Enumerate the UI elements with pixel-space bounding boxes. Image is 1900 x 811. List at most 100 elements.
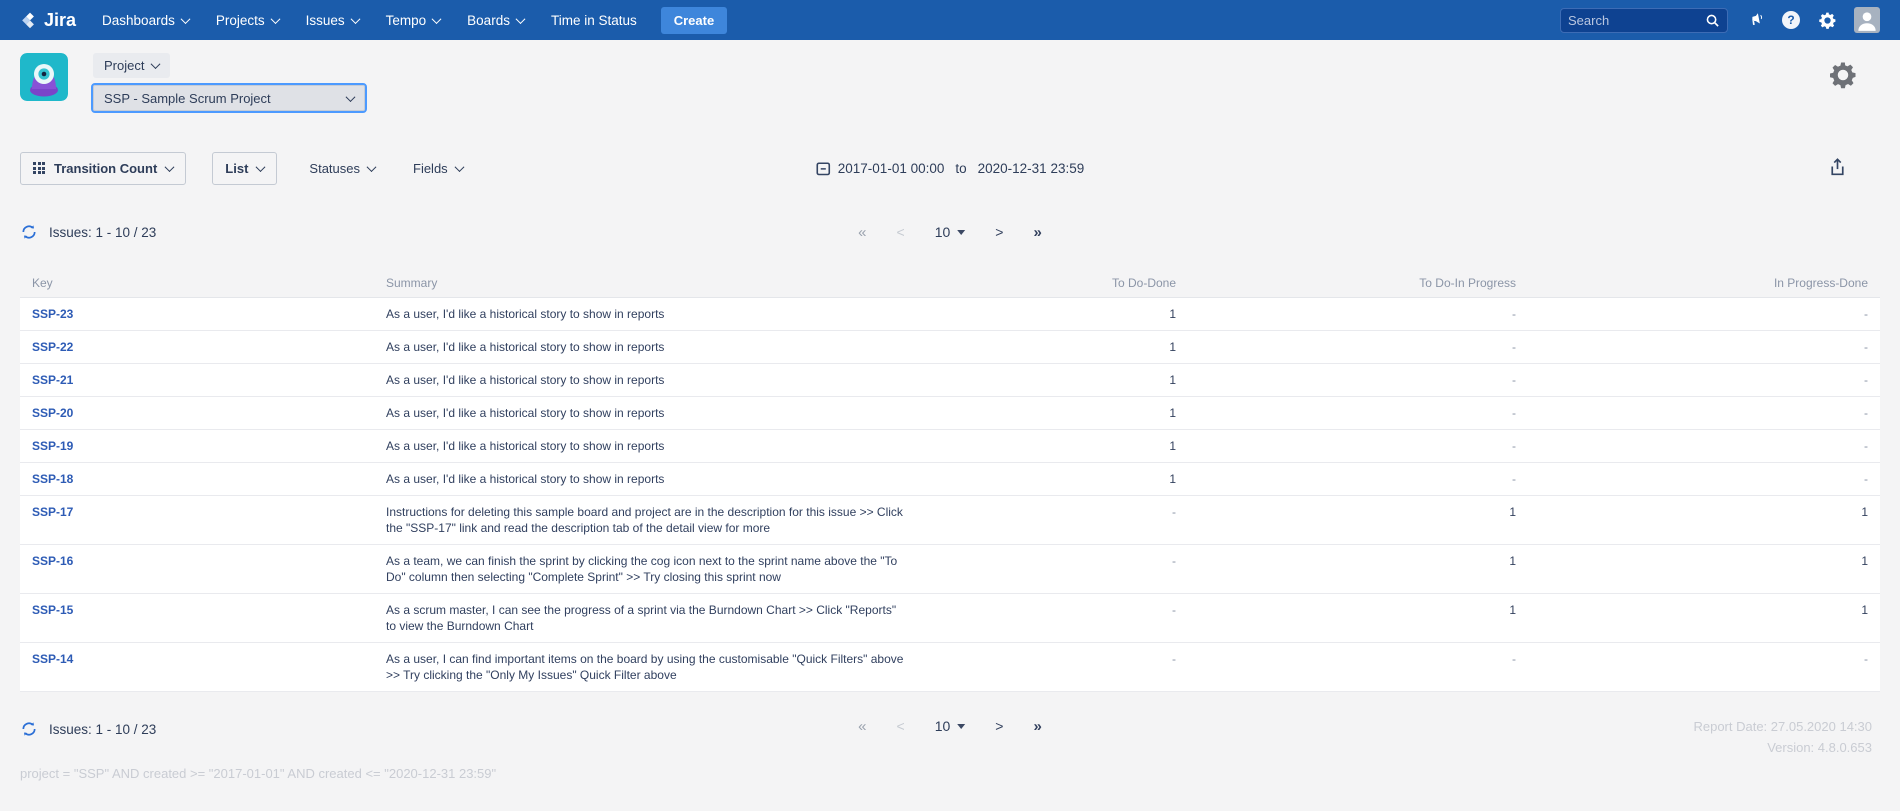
report-type-dropdown[interactable]: Transition Count xyxy=(20,152,186,185)
date-range-picker[interactable]: 2017-01-01 00:00 to 2020-12-31 23:59 xyxy=(816,161,1084,176)
report-settings-gear-icon[interactable] xyxy=(1828,60,1858,90)
help-icon[interactable]: ? xyxy=(1782,11,1800,29)
issue-summary: As a user, I can find important items on… xyxy=(386,652,903,682)
pagination-bottom: « < 10 > » xyxy=(858,718,1042,734)
table-row: SSP-19 As a user, I'd like a historical … xyxy=(20,430,1880,463)
issue-key-link[interactable]: SSP-18 xyxy=(32,472,73,486)
refresh-icon[interactable] xyxy=(20,223,38,241)
table-row: SSP-21 As a user, I'd like a historical … xyxy=(20,364,1880,397)
calendar-icon xyxy=(816,161,831,176)
table-row: SSP-22 As a user, I'd like a historical … xyxy=(20,331,1880,364)
search-icon xyxy=(1704,12,1720,28)
jira-logo[interactable]: Jira xyxy=(20,10,76,31)
issue-summary: As a user, I'd like a historical story t… xyxy=(386,373,664,387)
table-row: SSP-17 Instructions for deleting this sa… xyxy=(20,496,1880,545)
chevron-down-icon xyxy=(957,230,965,235)
issue-summary: As a user, I'd like a historical story t… xyxy=(386,472,664,486)
issue-key-link[interactable]: SSP-23 xyxy=(32,307,73,321)
user-avatar[interactable] xyxy=(1854,7,1880,33)
page-size-select[interactable]: 10 xyxy=(935,718,966,734)
issue-key-link[interactable]: SSP-19 xyxy=(32,439,73,453)
settings-gear-icon[interactable] xyxy=(1817,10,1837,30)
jira-logo-icon xyxy=(20,10,40,30)
cell-inprogress-done: 1 xyxy=(1528,496,1880,545)
project-select[interactable]: SSP - Sample Scrum Project xyxy=(93,85,365,111)
nav-item-boards[interactable]: Boards xyxy=(467,13,524,28)
jql-query-text: project = "SSP" AND created >= "2017-01-… xyxy=(0,766,1900,781)
fields-dropdown[interactable]: Fields xyxy=(413,161,463,176)
chevron-down-icon xyxy=(367,162,377,172)
page-size-select[interactable]: 10 xyxy=(935,224,966,240)
cell-todo-done: 1 xyxy=(918,331,1188,364)
chevron-down-icon xyxy=(165,162,175,172)
first-page-button[interactable]: « xyxy=(858,719,866,734)
next-page-button[interactable]: > xyxy=(995,225,1003,239)
table-row: SSP-14 As a user, I can find important i… xyxy=(20,643,1880,692)
first-page-button[interactable]: « xyxy=(858,225,866,240)
export-icon[interactable] xyxy=(1828,157,1848,179)
table-row: SSP-23 As a user, I'd like a historical … xyxy=(20,298,1880,331)
nav-item-issues[interactable]: Issues xyxy=(306,13,359,28)
issue-key-link[interactable]: SSP-16 xyxy=(32,554,73,568)
cell-inprogress-done: - xyxy=(1528,430,1880,463)
nav-item-tempo[interactable]: Tempo xyxy=(386,13,441,28)
announcement-icon[interactable] xyxy=(1745,10,1765,30)
cell-inprogress-done: - xyxy=(1528,463,1880,496)
issue-summary: As a team, we can finish the sprint by c… xyxy=(386,554,897,584)
prev-page-button[interactable]: < xyxy=(897,719,905,733)
issue-key-link[interactable]: SSP-15 xyxy=(32,603,73,617)
issues-count-label: Issues: 1 - 10 / 23 xyxy=(49,225,156,240)
refresh-icon[interactable] xyxy=(20,720,38,738)
cell-todo-done: - xyxy=(918,643,1188,692)
last-page-button[interactable]: » xyxy=(1033,719,1041,734)
nav-item-time-in-status[interactable]: Time in Status xyxy=(551,13,637,28)
view-dropdown[interactable]: List xyxy=(212,152,277,185)
column-header-inprogress-done[interactable]: In Progress-Done xyxy=(1528,269,1880,298)
column-header-summary[interactable]: Summary xyxy=(374,269,918,298)
table-row: SSP-20 As a user, I'd like a historical … xyxy=(20,397,1880,430)
pagination-top: « < 10 > » xyxy=(858,224,1042,240)
table-row: SSP-15 As a scrum master, I can see the … xyxy=(20,594,1880,643)
cell-todo-done: - xyxy=(918,496,1188,545)
date-to: 2020-12-31 23:59 xyxy=(978,161,1085,176)
cell-todo-inprogress: 1 xyxy=(1188,594,1528,643)
cell-inprogress-done: 1 xyxy=(1528,545,1880,594)
create-button[interactable]: Create xyxy=(661,7,727,34)
prev-page-button[interactable]: < xyxy=(897,225,905,239)
jira-logo-text: Jira xyxy=(44,10,76,31)
issue-key-link[interactable]: SSP-22 xyxy=(32,340,73,354)
cell-todo-inprogress: - xyxy=(1188,463,1528,496)
cell-todo-inprogress: 1 xyxy=(1188,545,1528,594)
issue-key-link[interactable]: SSP-20 xyxy=(32,406,73,420)
statuses-dropdown[interactable]: Statuses xyxy=(309,161,375,176)
search-box[interactable] xyxy=(1560,8,1728,33)
last-page-button[interactable]: » xyxy=(1033,225,1041,240)
main-nav: Dashboards Projects Issues Tempo Boards … xyxy=(102,13,637,28)
cell-inprogress-done: - xyxy=(1528,298,1880,331)
search-input[interactable] xyxy=(1568,13,1704,28)
column-header-todo-inprogress[interactable]: To Do-In Progress xyxy=(1188,269,1528,298)
chevron-down-icon xyxy=(350,14,360,24)
cell-todo-done: 1 xyxy=(918,397,1188,430)
issue-key-link[interactable]: SSP-14 xyxy=(32,652,73,666)
chevron-down-icon xyxy=(256,162,266,172)
column-header-key[interactable]: Key xyxy=(20,269,374,298)
column-header-todo-done[interactable]: To Do-Done xyxy=(918,269,1188,298)
project-avatar[interactable] xyxy=(20,53,68,101)
nav-item-dashboards[interactable]: Dashboards xyxy=(102,13,189,28)
issues-info-row-top: Issues: 1 - 10 / 23 « < 10 > » xyxy=(0,219,1900,245)
issue-key-link[interactable]: SSP-21 xyxy=(32,373,73,387)
issue-key-link[interactable]: SSP-17 xyxy=(32,505,73,519)
filter-type-button[interactable]: Project xyxy=(93,53,170,78)
cell-todo-done: 1 xyxy=(918,430,1188,463)
chevron-down-icon xyxy=(432,14,442,24)
cell-todo-inprogress: - xyxy=(1188,298,1528,331)
cell-todo-done: 1 xyxy=(918,298,1188,331)
nav-item-projects[interactable]: Projects xyxy=(216,13,279,28)
cell-todo-done: 1 xyxy=(918,463,1188,496)
next-page-button[interactable]: > xyxy=(995,719,1003,733)
issue-summary: As a user, I'd like a historical story t… xyxy=(386,340,664,354)
table-header-row: Key Summary To Do-Done To Do-In Progress… xyxy=(20,269,1880,298)
cell-inprogress-done: - xyxy=(1528,364,1880,397)
cell-todo-inprogress: - xyxy=(1188,643,1528,692)
